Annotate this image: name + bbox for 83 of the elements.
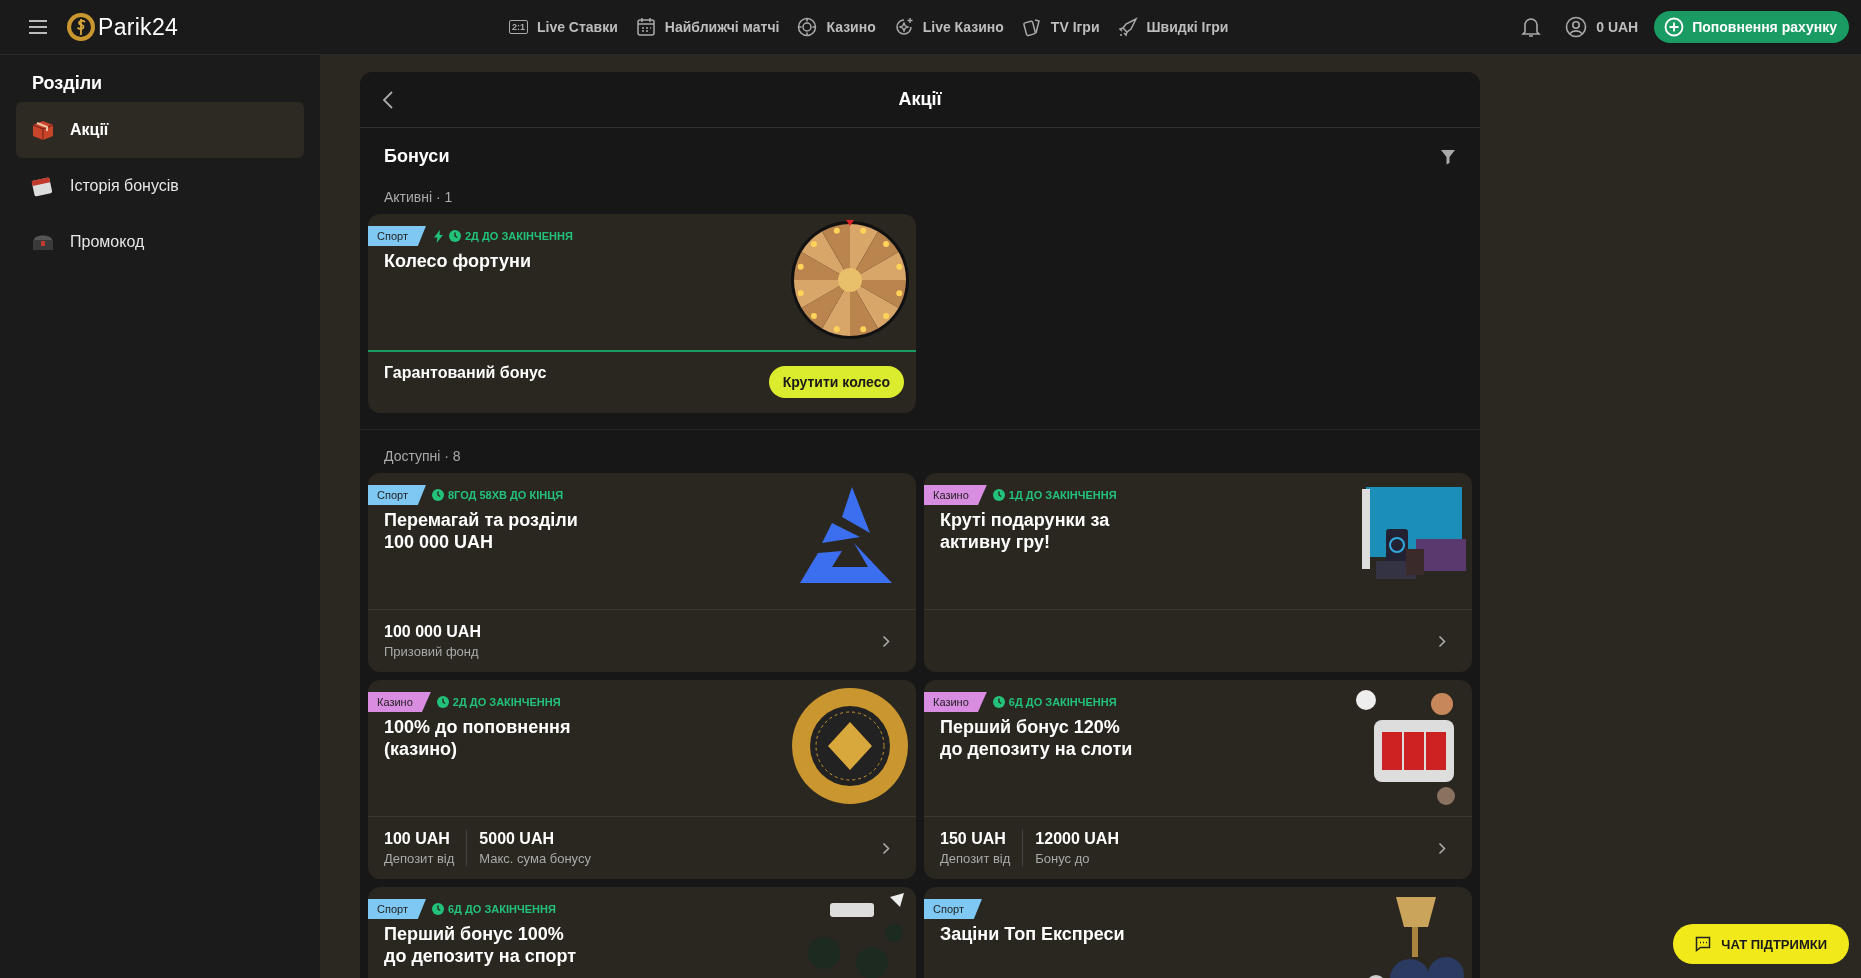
card-title: Перший бонус 120% до депозиту на слоти <box>939 716 1134 760</box>
menu-button[interactable] <box>26 17 50 37</box>
timer-text: 1Д ДО ЗАКІНЧЕННЯ <box>992 489 1117 501</box>
promo-card[interactable]: Спорт 8ГОД 58ХВ ДО КІНЦЯ Перемагай та розділи 100 000 UAH 100 000 UAH Призовий фонд <box>368 473 916 672</box>
card-title: Круті подарунки за активну гру! <box>939 509 1111 553</box>
bonus-label: Гарантований бонус <box>384 364 547 382</box>
coin-icon <box>66 12 96 42</box>
stat-label: Бонус до <box>1035 851 1091 866</box>
calendar-icon <box>635 17 656 37</box>
stat-value: 100 000 UAH <box>384 623 481 641</box>
promo-card[interactable]: Спорт Заціни Топ Експреси <box>924 887 1472 978</box>
card-title: Колесо фортуни <box>383 250 532 272</box>
section-title: Бонуси <box>384 146 450 167</box>
promo-card[interactable]: Спорт 2Д ДО ЗАКІНЧЕННЯ Колесо фортуни Гарантований бонус Крутити колесо <box>368 214 916 413</box>
category-tag: Спорт <box>368 485 426 505</box>
menu-icon <box>28 19 48 35</box>
clock-icon <box>431 489 444 501</box>
user-icon <box>1565 16 1588 38</box>
page-title: Акції <box>898 89 942 110</box>
clock-icon <box>436 696 449 708</box>
card-title: 100% до поповнення (казино) <box>383 716 572 760</box>
category-tag: Казино <box>924 692 987 712</box>
bell-icon <box>1521 16 1542 38</box>
stat-value: 100 UAH <box>384 830 451 848</box>
category-tag: Казино <box>924 485 987 505</box>
group-heading: Доступні · 8 <box>383 447 462 466</box>
filter-icon <box>1440 148 1456 165</box>
card-title: Перший бонус 100% до депозиту на спорт <box>383 923 578 967</box>
timer-text: 2Д ДО ЗАКІНЧЕННЯ <box>448 230 573 242</box>
stat-label: Депозит від <box>940 851 1011 866</box>
stat-label: Депозит від <box>384 851 455 866</box>
group-heading: Активні · 1 <box>383 188 454 207</box>
stat-value: 150 UAH <box>940 830 1007 848</box>
category-tag: Спорт <box>924 899 982 919</box>
promo-card[interactable]: Спорт 6Д ДО ЗАКІНЧЕННЯ Перший бонус 100% до депозиту на спорт <box>368 887 916 978</box>
chat-icon <box>1695 936 1712 952</box>
rocket-icon <box>1117 17 1138 37</box>
score-icon: 2:1 <box>508 20 528 34</box>
plus-icon <box>1664 17 1685 37</box>
nav-link[interactable]: Казино <box>797 17 876 37</box>
nav-link[interactable]: Live Казино <box>893 17 1004 37</box>
clock-icon <box>431 903 444 915</box>
card-title: Перемагай та розділи 100 000 UAH <box>383 509 579 553</box>
chevron-right-icon <box>1438 841 1446 855</box>
category-tag: Спорт <box>368 226 426 246</box>
nav-link[interactable]: 2:1 Live Ставки <box>508 17 618 37</box>
clock-icon <box>992 696 1005 708</box>
clock-icon <box>992 489 1005 501</box>
sidebar-item[interactable]: Історія бонусів <box>16 158 304 214</box>
clock-icon <box>448 230 461 242</box>
cards-icon <box>1021 17 1042 37</box>
stat-value: 5000 UAH <box>479 830 556 848</box>
stat-label: Макс. сума бонусу <box>479 851 591 866</box>
sparkle-icon <box>893 17 914 37</box>
sidebar-item[interactable]: Акції <box>16 102 304 158</box>
deposit-button[interactable]: Поповнення рахунку <box>1654 11 1849 43</box>
timer-text: 6Д ДО ЗАКІНЧЕННЯ <box>992 696 1117 708</box>
timer-text: 6Д ДО ЗАКІНЧЕННЯ <box>431 903 556 915</box>
card-title: Заціни Топ Експреси <box>939 923 1126 945</box>
category-tag: Казино <box>368 692 431 712</box>
logo-link[interactable]: Parik24 <box>66 12 179 42</box>
sidebar-title: Розділи <box>31 72 104 95</box>
timer-text: 8ГОД 58ХВ ДО КІНЦЯ <box>431 489 564 501</box>
support-chat-button[interactable]: ЧАТ ПІДТРИМКИ <box>1673 924 1849 964</box>
brand-name: Parik24 <box>98 13 179 41</box>
nav-link[interactable]: Найближчі матчі <box>635 17 780 37</box>
stat-label: Призовий фонд <box>384 644 480 659</box>
chevron-left-icon <box>382 89 394 110</box>
chevron-right-icon <box>882 841 890 855</box>
category-tag: Спорт <box>368 899 426 919</box>
account-link[interactable]: 0 UAH <box>1565 16 1639 38</box>
sidebar-item[interactable]: Промокод <box>16 214 304 270</box>
chevron-right-icon <box>882 634 890 648</box>
spin-wheel-button[interactable]: Крутити колесо <box>768 366 904 398</box>
chip-icon <box>797 17 818 37</box>
promo-card[interactable]: Казино 6Д ДО ЗАКІНЧЕННЯ Перший бонус 120% до депозиту на слоти 150 UAH Депозит від 12000 UAH Бонус до <box>924 680 1472 879</box>
timer-text: 2Д ДО ЗАКІНЧЕННЯ <box>436 696 561 708</box>
nav-link[interactable]: Швидкі Ігри <box>1117 17 1229 37</box>
nav-link[interactable]: TV Ігри <box>1021 17 1100 37</box>
chevron-right-icon <box>1438 634 1446 648</box>
promo-card[interactable]: Казино 2Д ДО ЗАКІНЧЕННЯ 100% до поповнення (казино) 100 UAH Депозит від 5000 UAH Макс. сума бонусу <box>368 680 916 879</box>
promo-card[interactable]: Казино 1Д ДО ЗАКІНЧЕННЯ Круті подарунки за активну гру! <box>924 473 1472 672</box>
stat-value: 12000 UAH <box>1035 830 1119 848</box>
